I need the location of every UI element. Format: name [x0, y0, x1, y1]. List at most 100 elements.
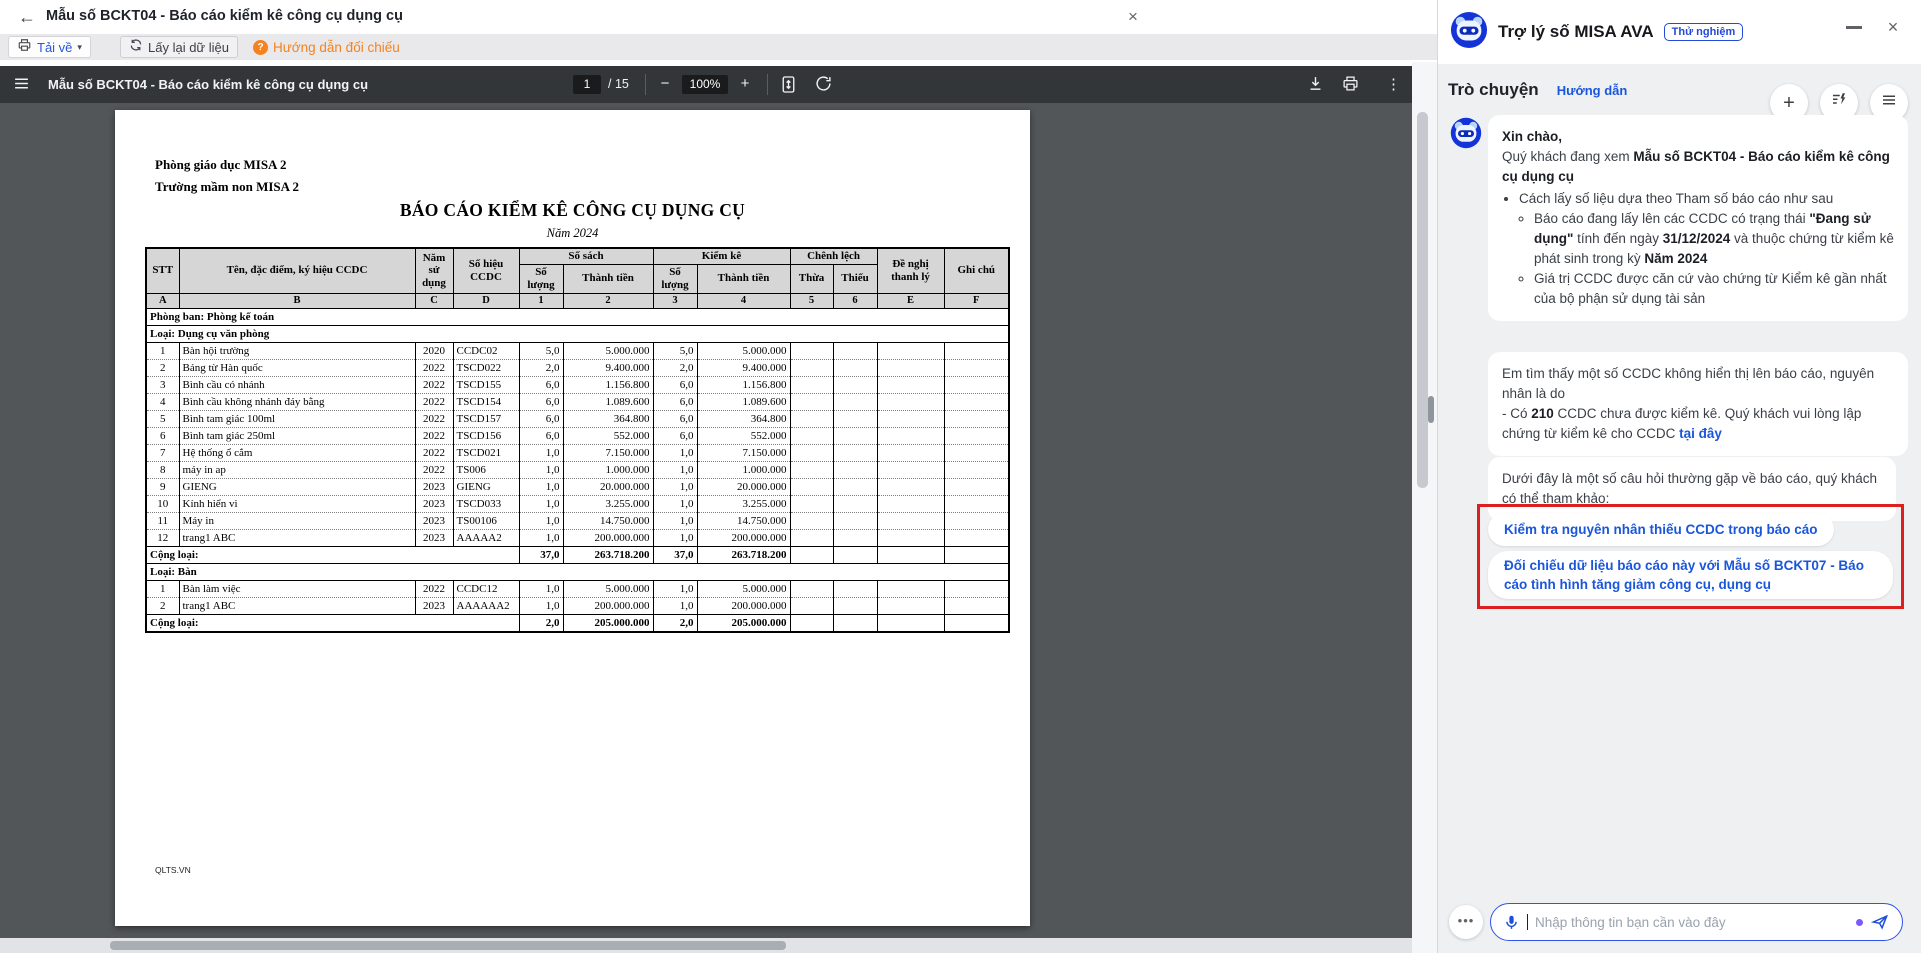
table-cell: 1,0	[652, 580, 698, 599]
table-cell: 3.255.000	[696, 495, 791, 514]
menu-icon[interactable]	[13, 75, 30, 97]
table-cell: 20.000.000	[562, 478, 654, 497]
zoom-out-button[interactable]: −	[655, 74, 675, 94]
back-arrow-icon[interactable]: ←	[14, 4, 40, 30]
table-cell	[832, 614, 878, 633]
col-header: Số lượng	[518, 263, 564, 294]
col-header: Thiếu	[832, 263, 878, 294]
table-cell: 6,0	[652, 393, 698, 412]
col-header: Thành tiền	[562, 263, 654, 294]
table-cell: 6	[145, 427, 180, 446]
table-cell: 2,0	[652, 359, 698, 378]
table-cell	[876, 597, 945, 616]
table-cell: Bảng từ Hàn quốc	[178, 359, 416, 378]
horizontal-scrollbar[interactable]	[110, 941, 786, 950]
table-cell	[789, 393, 834, 412]
table-cell: 7.150.000	[696, 444, 791, 463]
mic-icon[interactable]	[1503, 914, 1520, 931]
more-vertical-icon[interactable]: ⋮	[1386, 75, 1401, 93]
bot-avatar	[1450, 117, 1482, 149]
pdf-viewport[interactable]: Phòng giáo dục MISA 2 Trường mầm non MIS…	[0, 103, 1412, 938]
table-cell: 8	[145, 461, 180, 480]
inline-link[interactable]: tại đây	[1679, 426, 1722, 441]
table-cell	[876, 410, 945, 429]
table-cell	[832, 580, 878, 599]
table-cell	[876, 393, 945, 412]
table-cell	[789, 461, 834, 480]
guide-link[interactable]: Hướng dẫn	[1557, 83, 1628, 98]
guide-link[interactable]: ? Hướng dẫn đối chiếu	[245, 36, 408, 58]
download-icon[interactable]	[1307, 75, 1324, 97]
table-cell: 2022	[414, 376, 454, 395]
reload-data-button[interactable]: Lấy lại dữ liệu	[120, 36, 238, 58]
window-titlebar: ← Mẫu số BCKT04 - Báo cáo kiểm kê công c…	[0, 0, 1437, 34]
table-cell: GIENG	[178, 478, 416, 497]
document-page: Phòng giáo dục MISA 2 Trường mầm non MIS…	[115, 110, 1030, 926]
input-placeholder: Nhập thông tin bạn cần vào đây	[1535, 914, 1726, 930]
table-cell: 14.750.000	[562, 512, 654, 531]
table-cell: 6,0	[652, 410, 698, 429]
print-icon[interactable]	[1342, 75, 1359, 97]
chat-input[interactable]: Nhập thông tin bạn cần vào đây	[1490, 903, 1903, 941]
table-cell	[789, 478, 834, 497]
bot-avatar	[1450, 11, 1488, 54]
col-header: STT	[145, 247, 180, 294]
table-cell: Bàn hội trường	[178, 342, 416, 361]
fit-page-icon[interactable]	[781, 75, 796, 99]
suggestion-chip[interactable]: Kiểm tra nguyên nhân thiếu CCDC trong bá…	[1488, 513, 1834, 546]
menu-icon	[1880, 91, 1898, 115]
table-cell: 6,0	[652, 427, 698, 446]
table-cell	[943, 410, 1010, 429]
watermark-qlts: QLTS.VN	[155, 865, 191, 875]
zoom-in-button[interactable]: +	[735, 74, 755, 94]
close-icon[interactable]: ×	[1880, 14, 1906, 40]
table-cell: 205.000.000	[696, 614, 791, 633]
suggestion-chip[interactable]: Đối chiếu dữ liệu báo cáo này với Mẫu số…	[1488, 551, 1893, 599]
table-cell: 2023	[414, 512, 454, 531]
table-cell: 2	[145, 359, 180, 378]
table-cell: 37,0	[518, 546, 564, 565]
table-cell: 2020	[414, 342, 454, 361]
more-options-button[interactable]: •••	[1449, 905, 1483, 939]
table-cell: 1,0	[652, 529, 698, 548]
report-table: STT Tên, đặc điểm, ký hiệu CCDC Năm sử d…	[145, 247, 1011, 633]
table-letter-row: A B C D 1 2 3 4 5 6 E F	[145, 292, 1010, 310]
table-cell: Máy in	[178, 512, 416, 531]
table-row: Cộng loại: 2,0 205.000.000 2,0 205.000.000	[145, 614, 1010, 633]
send-icon[interactable]	[1870, 912, 1890, 932]
pdf-document-title: Mẫu số BCKT04 - Báo cáo kiểm kê công cụ …	[48, 77, 369, 92]
table-cell: 1.000.000	[562, 461, 654, 480]
table-row: Phòng ban: Phòng kế toán	[145, 308, 1010, 327]
vertical-scrollbar[interactable]	[1417, 112, 1428, 488]
table-row: 10 Kính hiển vi 2023 TSCD033 1,0 3.255.000 1,0…	[145, 495, 1010, 514]
text-cursor	[1527, 914, 1528, 930]
assistant-panel: Trợ lý số MISA AVA Thử nghiệm × Trò chuy…	[1437, 0, 1921, 953]
zoom-level[interactable]: 100%	[682, 75, 728, 94]
table-cell	[832, 597, 878, 616]
table-cell: 1,0	[518, 597, 564, 616]
table-cell	[832, 444, 878, 463]
download-button[interactable]: Tải về ▾	[8, 36, 91, 58]
table-cell: 1.000.000	[696, 461, 791, 480]
table-cell: 1.156.800	[562, 376, 654, 395]
panel-collapse-handle[interactable]	[1428, 396, 1434, 423]
close-icon[interactable]: ×	[1120, 4, 1146, 30]
table-cell: 263.718.200	[696, 546, 791, 565]
window-title: Mẫu số BCKT04 - Báo cáo kiểm kê công cụ …	[46, 8, 403, 24]
table-cell: 1,0	[652, 461, 698, 480]
table-row: 3 Bình cầu có nhánh 2022 TSCD155 6,0 1.156.80…	[145, 376, 1010, 395]
minimize-icon[interactable]	[1846, 26, 1862, 29]
table-cell: Bình tam giác 100ml	[178, 410, 416, 429]
page-number-input[interactable]: 1	[573, 75, 601, 94]
table-cell: 263.718.200	[562, 546, 654, 565]
message-text: Quý khách đang xem Mẫu số BCKT04 - Báo c…	[1502, 149, 1890, 184]
table-cell: CCDC12	[452, 580, 520, 599]
table-cell: 5.000.000	[562, 342, 654, 361]
col-header: Thừa	[789, 263, 834, 294]
table-cell: 2,0	[652, 614, 698, 633]
rotate-icon[interactable]	[815, 75, 832, 97]
col-group-header: Chênh lệch	[789, 247, 878, 265]
table-cell: 364.800	[562, 410, 654, 429]
table-cell: TSCD157	[452, 410, 520, 429]
table-cell: 9.400.000	[696, 359, 791, 378]
